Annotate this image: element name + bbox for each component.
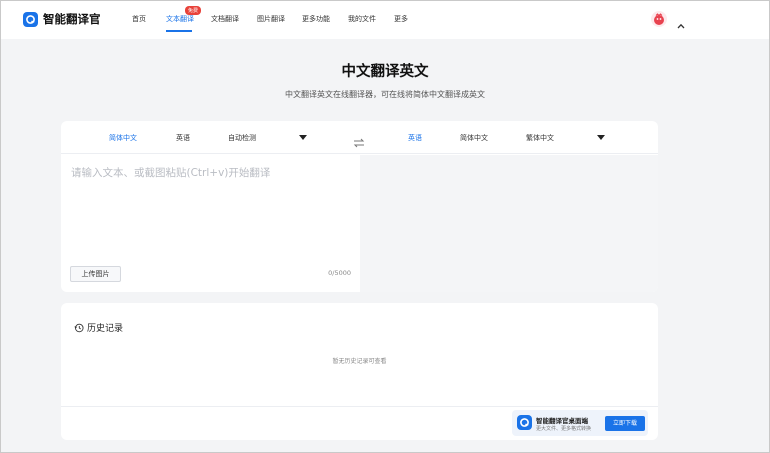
target-lang-traditional-chinese[interactable]: 繁体中文 (526, 133, 554, 143)
history-header: 历史记录 (74, 318, 123, 337)
nav-more-features[interactable]: 更多功能 (302, 14, 330, 24)
target-lang-english[interactable]: 英语 (408, 133, 422, 143)
brand-name: 智能翻译官 (43, 12, 101, 26)
desktop-app-logo-icon (517, 415, 532, 430)
promo-title: 智能翻译官桌面端 (536, 417, 588, 425)
user-avatar[interactable] (651, 11, 667, 27)
nav-text-translate[interactable]: 文本翻译 (166, 14, 194, 24)
history-divider (61, 406, 658, 407)
nav-home[interactable]: 首页 (132, 14, 146, 24)
upload-image-button[interactable]: 上传图片 (70, 266, 121, 282)
swap-languages-icon[interactable] (353, 133, 365, 152)
translation-output-area (360, 155, 658, 292)
history-clock-icon (74, 318, 84, 337)
promo-subtitle: 更大文件、更多格式转换 (536, 426, 592, 432)
logo-icon (23, 11, 38, 27)
page-title: 中文翻译英文 (341, 64, 429, 80)
nav-image-translate[interactable]: 图片翻译 (257, 14, 285, 24)
active-tab-indicator (166, 30, 192, 32)
nav-more[interactable]: 更多 (394, 14, 408, 24)
top-navbar: 智能翻译官 首页 文本翻译 免费 文档翻译 图片翻译 更多功能 我的文件 更多 (1, 1, 769, 39)
source-lang-simplified-chinese[interactable]: 简体中文 (109, 133, 137, 143)
language-bar: 简体中文 英语 自动检测 英语 简体中文 繁体中文 (61, 121, 658, 154)
desktop-app-promo: 智能翻译官桌面端 更大文件、更多格式转换 立即下载 (512, 410, 648, 436)
download-now-button[interactable]: 立即下载 (605, 416, 645, 431)
free-badge: 免费 (185, 6, 202, 15)
nav-document-translate[interactable]: 文档翻译 (211, 14, 239, 24)
source-lang-auto-detect[interactable]: 自动检测 (228, 133, 256, 143)
target-lang-dropdown-icon[interactable] (597, 135, 605, 140)
source-text-placeholder: 请输入文本、或截图粘贴(Ctrl+v)开始翻译 (71, 167, 271, 179)
chevron-up-icon[interactable] (677, 14, 685, 33)
character-counter: 0/5000 (328, 269, 351, 277)
translator-panel: 简体中文 英语 自动检测 英语 简体中文 繁体中文 请输入文本、或截图粘贴(Ct… (61, 121, 658, 292)
source-lang-dropdown-icon[interactable] (299, 135, 307, 140)
source-lang-english[interactable]: 英语 (176, 133, 190, 143)
page-subtitle: 中文翻译英文在线翻译器，可在线将简体中文翻译成英文 (285, 90, 485, 99)
source-text-area[interactable]: 请输入文本、或截图粘贴(Ctrl+v)开始翻译 上传图片 0/5000 (61, 155, 359, 292)
history-empty-message: 暂无历史记录可查看 (332, 358, 387, 365)
history-title: 历史记录 (87, 324, 124, 334)
brand-logo[interactable]: 智能翻译官 (23, 11, 101, 27)
target-lang-simplified-chinese[interactable]: 简体中文 (460, 133, 488, 143)
nav-my-files[interactable]: 我的文件 (348, 14, 376, 24)
